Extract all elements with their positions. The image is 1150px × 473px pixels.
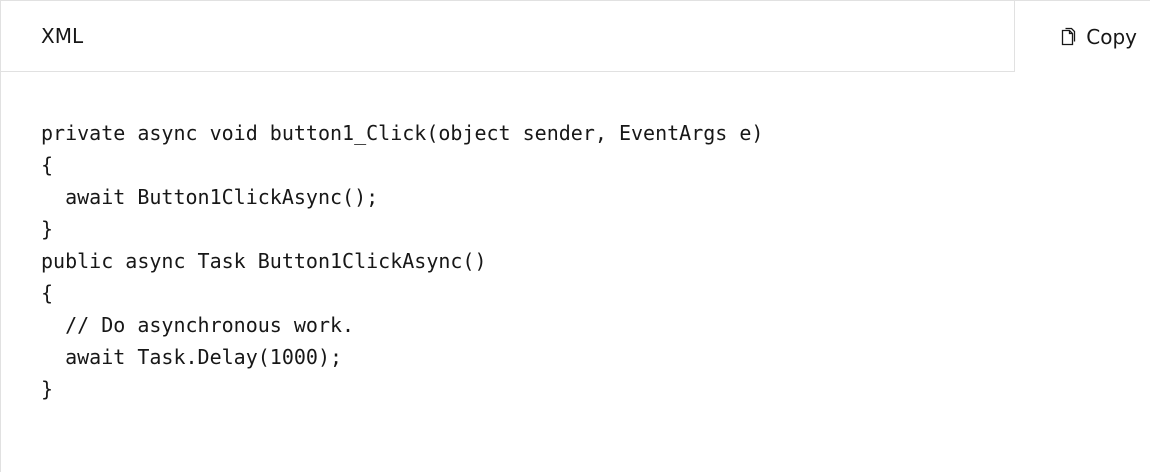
code-line: } xyxy=(41,217,54,241)
language-label: XML xyxy=(41,24,84,48)
code-line: { xyxy=(41,153,54,177)
code-line: await Button1ClickAsync(); xyxy=(41,185,379,209)
copy-label: Copy xyxy=(1086,24,1137,49)
code-block: XML Copy private async void button1_Clic… xyxy=(0,0,1150,473)
code-line: } xyxy=(41,377,54,401)
code-area[interactable]: private async void button1_Click(object … xyxy=(1,73,1150,473)
code-line: { xyxy=(41,281,54,305)
code-line: await Task.Delay(1000); xyxy=(41,345,343,369)
copy-button[interactable]: Copy xyxy=(1014,1,1150,72)
copy-icon xyxy=(1058,27,1078,47)
code-line: public async Task Button1ClickAsync() xyxy=(41,249,487,273)
code-line: private async void button1_Click(object … xyxy=(41,121,764,145)
code-comment-line: // Do asynchronous work. xyxy=(41,313,355,337)
code-block-header: XML Copy xyxy=(1,1,1150,72)
